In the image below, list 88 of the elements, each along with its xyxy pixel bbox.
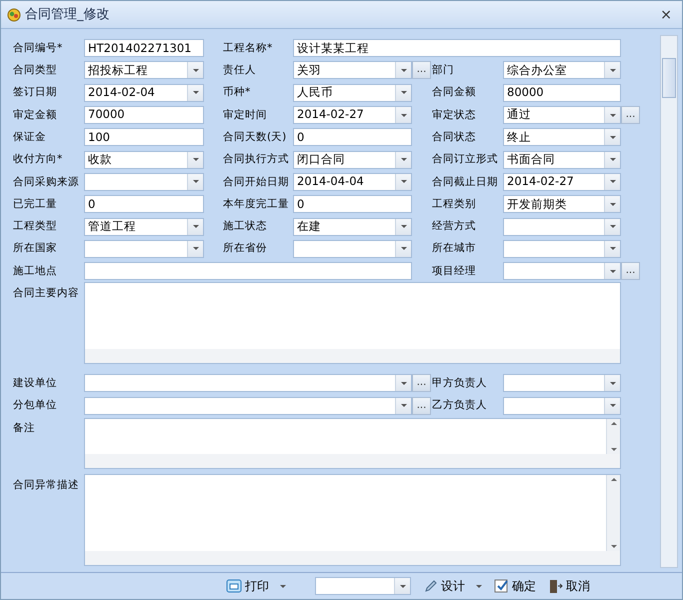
combo-box[interactable]: 管道工程 [84,218,204,236]
field-label: 工程类别 [432,196,477,212]
text-field[interactable] [84,262,412,280]
checkbox-icon [494,578,509,594]
field-label: 所在国家 [13,241,58,256]
horizontal-scrollbar[interactable] [85,349,620,364]
field-label: 合同截止日期 [432,174,499,190]
app-icon [7,8,21,22]
field-label: 备注 [13,420,36,436]
field-label: 合同订立形式 [432,152,499,168]
combo-box[interactable]: 2014-04-04 [293,172,412,191]
field-label: 合同采购来源 [13,174,80,190]
field-label: 合同主要内容 [13,286,80,302]
toolbar-button[interactable]: 取消 [545,575,593,597]
field-label: 所在城市 [432,241,477,256]
field-label: 合同状态 [432,130,477,145]
combo-box[interactable]: 开发前期类 [503,195,621,214]
field-label: 分包单位 [13,398,58,414]
text-field[interactable]: 设计某某工程 [293,39,621,58]
field-label: 合同编号* [13,40,64,56]
combo-box[interactable]: 收款 [84,150,204,169]
field-label: 甲方负责人 [432,376,488,392]
combo-box[interactable]: 招投标工程 [84,61,204,80]
vertical-scrollbar[interactable] [606,418,620,454]
field-label: 合同执行方式 [223,152,290,168]
field-label: 所在省份 [223,241,268,256]
menu-button[interactable]: 设计 [421,575,485,597]
field-label: 合同天数(天) [223,130,288,145]
text-field[interactable]: 0 [84,195,204,214]
combo-box[interactable]: 书面合同 [503,150,621,169]
field-label: 建设单位 [13,376,58,392]
field-label: 合同开始日期 [223,174,290,190]
printer-icon [226,579,242,593]
field-label: 已完工量 [13,196,58,212]
door-icon [548,578,563,594]
combo-box[interactable]: 2014-02-27 [293,106,412,124]
caret-icon [280,584,286,588]
field-label: 经营方式 [432,219,477,234]
scrollbar[interactable] [660,35,678,568]
field-label: 审定状态 [432,108,477,123]
combo-box[interactable]: 人民币 [293,84,412,102]
close-button[interactable]: × [656,8,676,22]
field-label: 责任人 [223,63,257,78]
combo-box[interactable]: 综合办公室 [503,61,621,80]
field-label: 审定时间 [223,108,268,123]
field-label: 合同金额 [432,85,477,100]
text-field[interactable]: 0 [293,128,412,146]
field-label: 工程类型 [13,219,58,234]
pencil-icon [424,579,438,593]
field-label: 审定金额 [13,108,58,123]
field-label: 签订日期 [13,85,58,100]
browse-button[interactable]: ... [412,374,431,392]
combo-box[interactable]: 闭口合同 [293,150,412,169]
browse-button[interactable]: ... [412,396,431,415]
scrollbar-thumb[interactable] [662,58,676,98]
field-label: 工程名称* [223,40,274,56]
horizontal-scrollbar[interactable] [85,550,620,565]
field-label: 乙方负责人 [432,398,488,414]
browse-button[interactable]: ... [621,106,640,124]
vertical-scrollbar[interactable] [606,474,620,551]
text-field[interactable]: 100 [84,128,204,146]
caret-icon [476,584,482,588]
combo-box[interactable]: 在建 [293,218,412,236]
field-label: 施工状态 [223,219,268,234]
combo-box[interactable]: 2014-02-27 [503,172,621,191]
text-field[interactable]: 0 [293,195,412,214]
browse-button[interactable]: ... [412,61,431,80]
text-field[interactable]: 70000 [84,106,204,124]
text-field[interactable]: 80000 [503,84,621,102]
field-label: 项目经理 [432,264,477,279]
field-label: 合同异常描述 [13,478,80,493]
field-label: 合同类型 [13,63,58,78]
toolbar-button[interactable]: 确定 [491,575,539,597]
field-label: 币种* [223,85,252,100]
text-field[interactable]: HT201402271301 [84,39,204,58]
field-label: 保证金 [13,130,47,145]
horizontal-scrollbar[interactable] [85,454,620,468]
combo-box[interactable]: 2014-02-04 [84,84,204,102]
combo-box[interactable]: 终止 [503,128,621,146]
field-label: 收付方向* [13,152,64,168]
browse-button[interactable]: ... [621,262,640,280]
field-label: 本年度完工量 [223,196,290,212]
window-title: 合同管理_修改 [25,6,110,24]
combo-box[interactable]: 关羽 [293,61,412,80]
combo-box[interactable]: 通过 [503,106,621,124]
field-label: 部门 [432,63,455,78]
field-label: 施工地点 [13,264,58,279]
menu-button[interactable]: 打印 [223,575,289,597]
